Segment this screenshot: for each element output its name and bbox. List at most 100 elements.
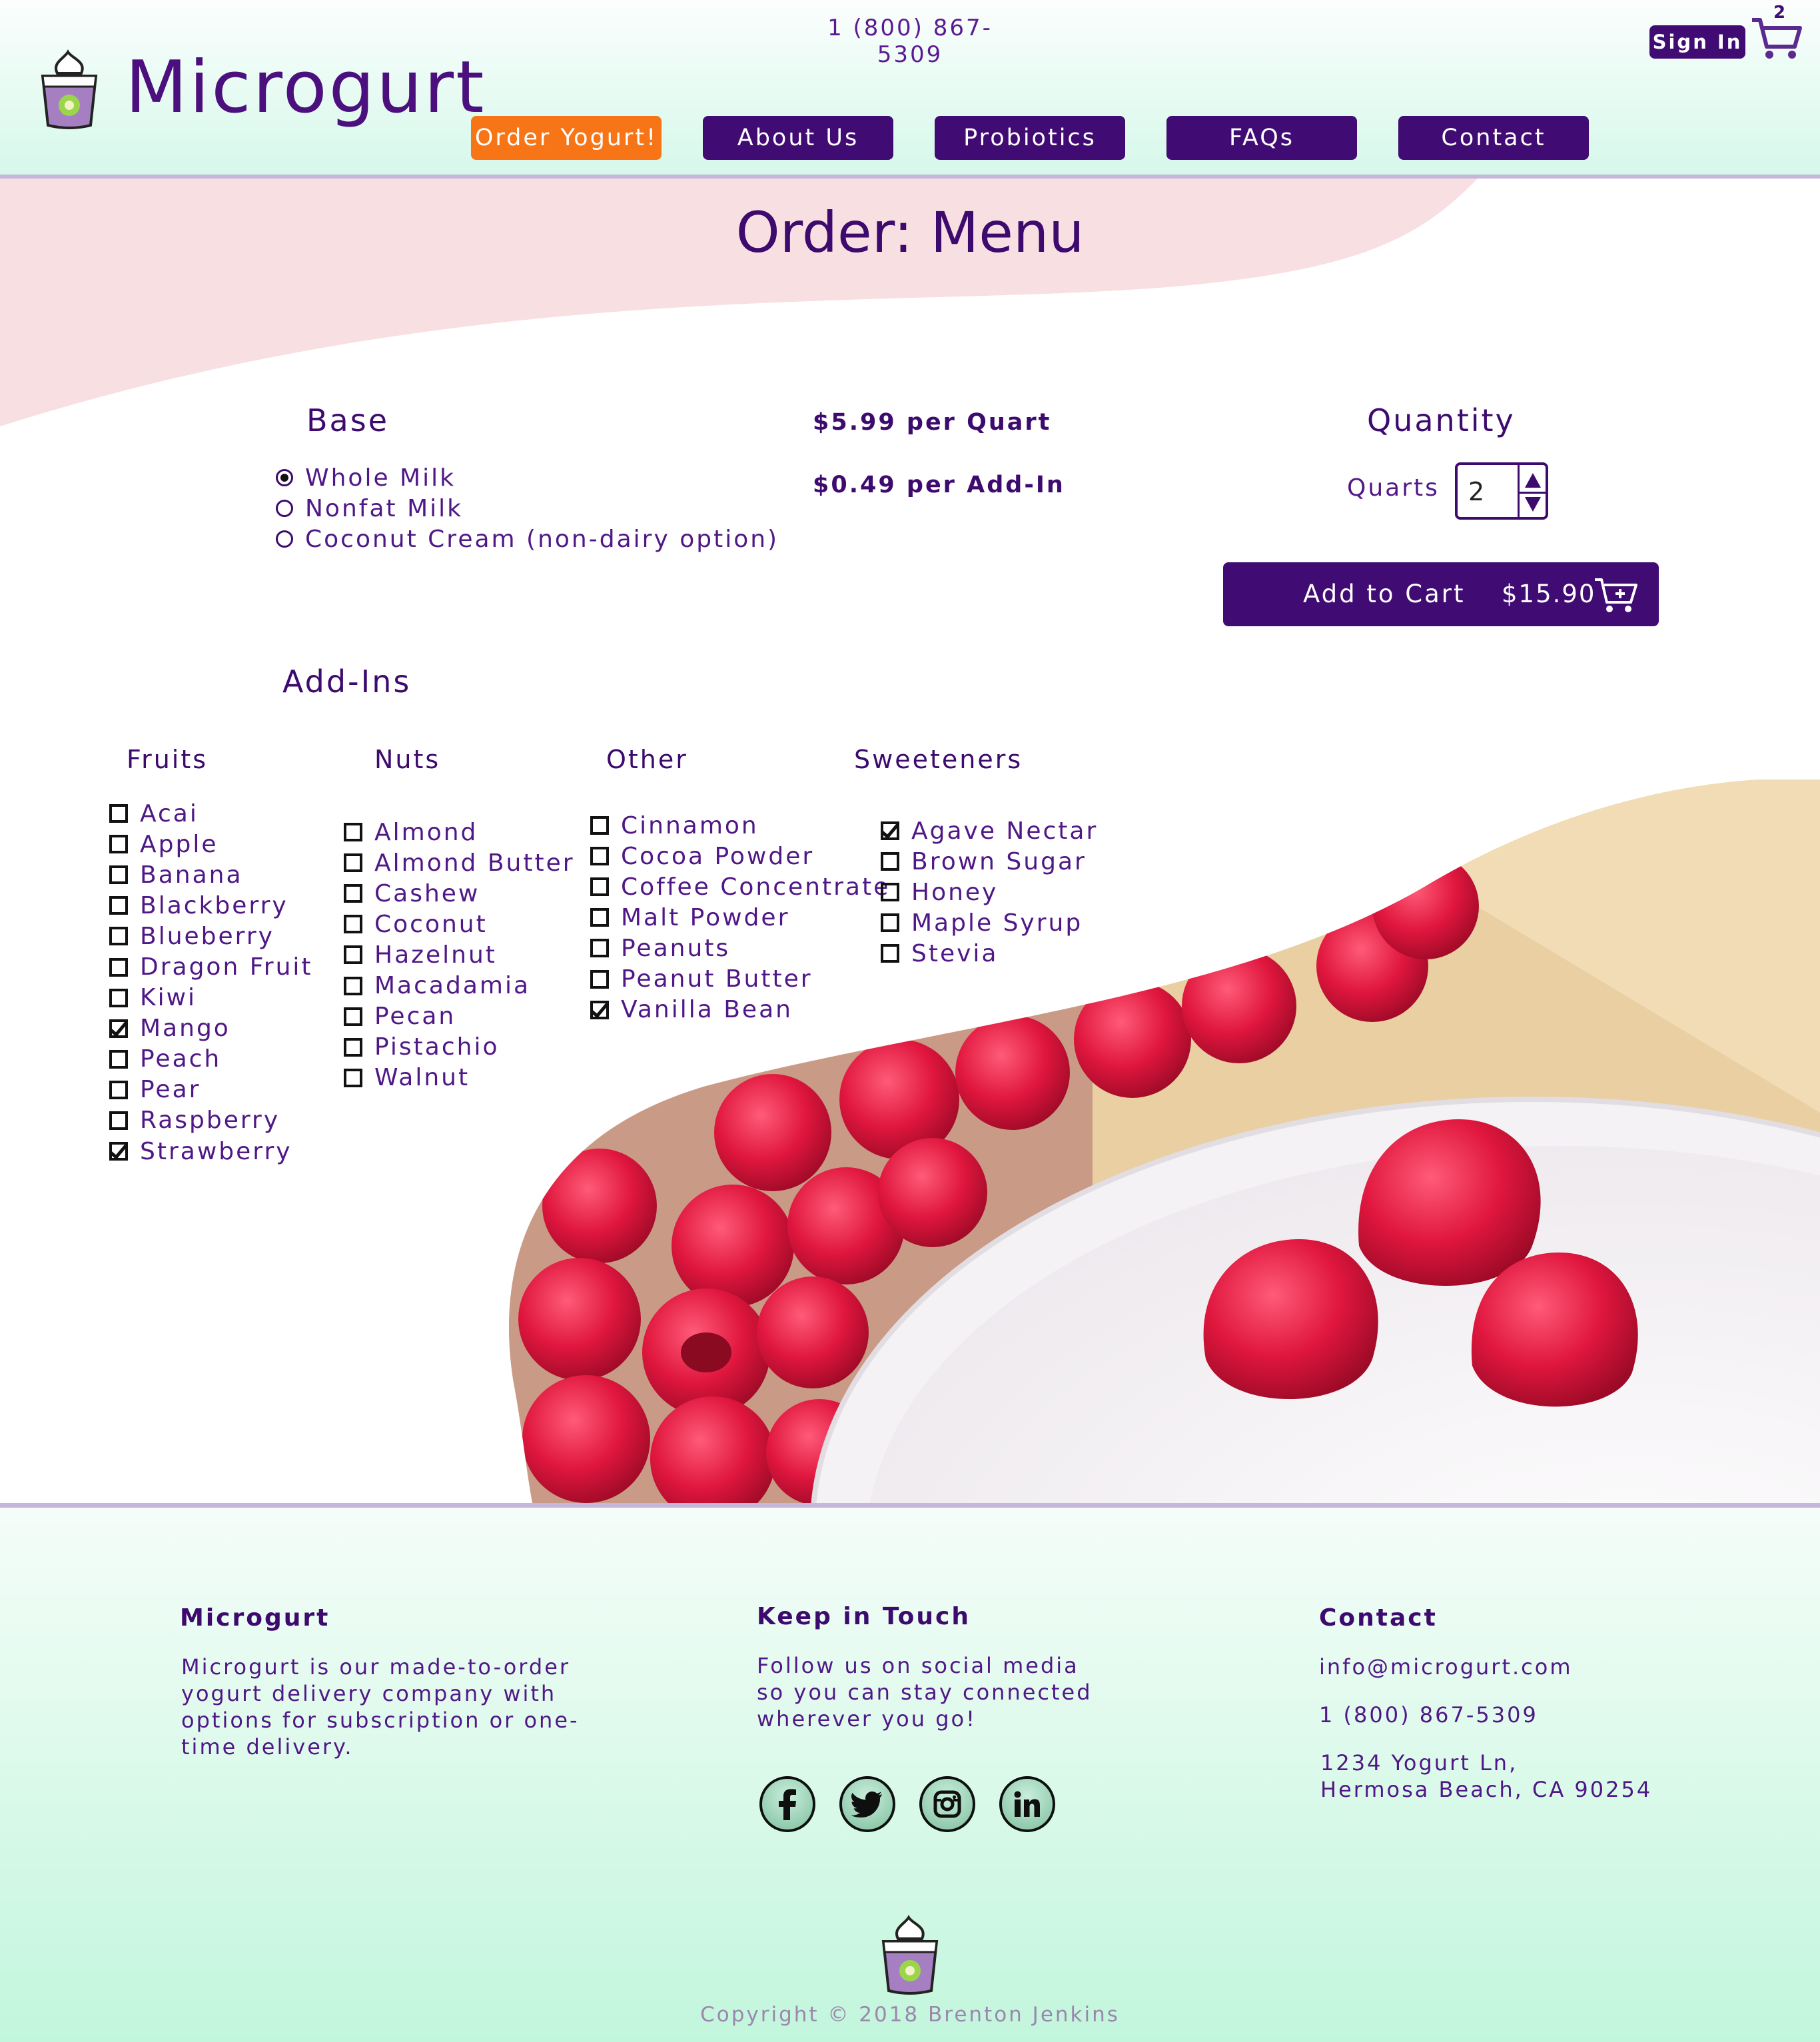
nav-faqs[interactable]: FAQs <box>1166 116 1357 160</box>
base-option-nonfat-milk[interactable]: Nonfat Milk <box>276 493 779 524</box>
checkbox-checked-icon[interactable] <box>109 1142 128 1161</box>
addin-blueberry[interactable]: Blueberry <box>109 921 313 951</box>
twitter-icon[interactable] <box>839 1776 895 1832</box>
addin-honey[interactable]: Honey <box>881 877 1098 907</box>
checkbox-icon[interactable] <box>344 976 362 995</box>
quantity-stepper[interactable]: 2 <box>1455 462 1548 520</box>
addin-mango[interactable]: Mango <box>109 1013 313 1044</box>
addin-walnut[interactable]: Walnut <box>344 1063 575 1093</box>
addin-dragon-fruit[interactable]: Dragon Fruit <box>109 951 313 982</box>
addin-kiwi[interactable]: Kiwi <box>109 983 313 1013</box>
checkbox-icon[interactable] <box>881 944 899 963</box>
addin-almond-butter[interactable]: Almond Butter <box>344 847 575 878</box>
checkbox-icon[interactable] <box>344 1037 362 1057</box>
radio-selected-icon[interactable] <box>276 469 293 486</box>
checkbox-icon[interactable] <box>590 908 609 927</box>
footer-about-text: Microgurt is our made-to-order yogurt de… <box>181 1654 580 1760</box>
brand-name[interactable]: Microgurt <box>125 52 486 124</box>
addin-apple[interactable]: Apple <box>109 829 313 859</box>
nav-order-yogurt[interactable]: Order Yogurt! <box>471 116 662 160</box>
addin-macadamia[interactable]: Macadamia <box>344 970 575 1001</box>
add-cart-icon <box>1595 578 1637 612</box>
addin-raspberry[interactable]: Raspberry <box>109 1105 313 1136</box>
checkbox-icon[interactable] <box>881 883 899 902</box>
checkbox-icon[interactable] <box>344 915 362 934</box>
header-phone[interactable]: 1 (800) 867-5309 <box>799 15 1021 68</box>
base-option-coconut-cream[interactable]: Coconut Cream (non-dairy option) <box>276 524 779 554</box>
checkbox-icon[interactable] <box>344 1068 362 1087</box>
checkbox-icon[interactable] <box>109 1111 128 1130</box>
checkbox-icon[interactable] <box>344 1007 362 1026</box>
radio-icon[interactable] <box>276 530 293 548</box>
checkbox-icon[interactable] <box>590 877 609 897</box>
checkbox-icon[interactable] <box>109 927 128 946</box>
addin-peanut-butter[interactable]: Peanut Butter <box>590 963 890 994</box>
checkbox-icon[interactable] <box>881 852 899 871</box>
add-to-cart-button[interactable]: Add to Cart $15.90 <box>1223 562 1659 626</box>
base-option-whole-milk[interactable]: Whole Milk <box>276 462 779 493</box>
checkbox-icon[interactable] <box>109 1049 128 1069</box>
addin-banana[interactable]: Banana <box>109 859 313 890</box>
addin-peach[interactable]: Peach <box>109 1044 313 1075</box>
checkbox-icon[interactable] <box>109 835 128 854</box>
checkbox-icon[interactable] <box>109 988 128 1007</box>
checkbox-checked-icon[interactable] <box>881 821 899 841</box>
addin-pistachio[interactable]: Pistachio <box>344 1032 575 1063</box>
addin-pecan[interactable]: Pecan <box>344 1001 575 1032</box>
decrement-arrow-icon[interactable] <box>1523 494 1543 514</box>
category-heading-sweeteners: Sweeteners <box>854 745 1023 774</box>
instagram-icon[interactable] <box>919 1776 975 1832</box>
addin-stevia[interactable]: Stevia <box>881 938 1098 969</box>
addin-vanilla-bean[interactable]: Vanilla Bean <box>590 995 890 1025</box>
checkbox-icon[interactable] <box>344 823 362 842</box>
addins-heading: Add-Ins <box>282 664 412 700</box>
base-options: Whole Milk Nonfat Milk Coconut Cream (no… <box>276 462 779 554</box>
footer-social-text: Follow us on social media so you can sta… <box>757 1653 1093 1732</box>
checkbox-icon[interactable] <box>590 939 609 958</box>
checkbox-checked-icon[interactable] <box>109 1019 128 1038</box>
addin-peanuts[interactable]: Peanuts <box>590 933 890 963</box>
addin-agave-nectar[interactable]: Agave Nectar <box>881 815 1098 846</box>
checkbox-icon[interactable] <box>881 913 899 933</box>
checkbox-icon[interactable] <box>109 1080 128 1099</box>
addin-cinnamon[interactable]: Cinnamon <box>590 810 890 841</box>
footer-email-link[interactable]: info@microgurt.com <box>1319 1654 1573 1680</box>
checkbox-icon[interactable] <box>109 896 128 915</box>
checkbox-icon[interactable] <box>109 865 128 885</box>
radio-icon[interactable] <box>276 500 293 517</box>
linkedin-icon[interactable] <box>999 1776 1055 1832</box>
checkbox-icon[interactable] <box>590 847 609 866</box>
addin-almond[interactable]: Almond <box>344 817 575 847</box>
footer-logo-cup-icon[interactable] <box>878 1912 942 1997</box>
checkbox-icon[interactable] <box>590 816 609 835</box>
facebook-icon[interactable] <box>759 1776 815 1832</box>
addin-pear[interactable]: Pear <box>109 1075 313 1105</box>
checkbox-icon[interactable] <box>590 969 609 989</box>
checkbox-icon[interactable] <box>344 884 362 903</box>
addin-cocoa-powder[interactable]: Cocoa Powder <box>590 841 890 871</box>
nav-probiotics[interactable]: Probiotics <box>935 116 1125 160</box>
checkbox-icon[interactable] <box>344 945 362 965</box>
checkbox-icon[interactable] <box>344 853 362 873</box>
addin-brown-sugar[interactable]: Brown Sugar <box>881 846 1098 877</box>
addin-blackberry[interactable]: Blackberry <box>109 890 313 921</box>
stepper-divider <box>1518 465 1520 517</box>
addin-cashew[interactable]: Cashew <box>344 878 575 909</box>
addin-malt-powder[interactable]: Malt Powder <box>590 902 890 933</box>
sign-in-button[interactable]: Sign In <box>1649 25 1745 59</box>
nav-about-us[interactable]: About Us <box>703 116 893 160</box>
logo-cup-icon[interactable] <box>37 47 101 132</box>
nav-contact[interactable]: Contact <box>1398 116 1589 160</box>
addin-coconut[interactable]: Coconut <box>344 909 575 939</box>
quantity-value[interactable]: 2 <box>1468 477 1484 506</box>
checkbox-icon[interactable] <box>109 957 128 977</box>
checkbox-icon[interactable] <box>109 804 128 823</box>
checkbox-checked-icon[interactable] <box>590 1000 609 1019</box>
addin-maple-syrup[interactable]: Maple Syrup <box>881 907 1098 938</box>
addin-hazelnut[interactable]: Hazelnut <box>344 939 575 970</box>
increment-arrow-icon[interactable] <box>1523 470 1543 490</box>
addin-coffee-concentrate[interactable]: Coffee Concentrate <box>590 871 890 902</box>
footer-phone-link[interactable]: 1 (800) 867-5309 <box>1319 1702 1538 1728</box>
addin-strawberry[interactable]: Strawberry <box>109 1136 313 1167</box>
addin-acai[interactable]: Acai <box>109 798 313 829</box>
